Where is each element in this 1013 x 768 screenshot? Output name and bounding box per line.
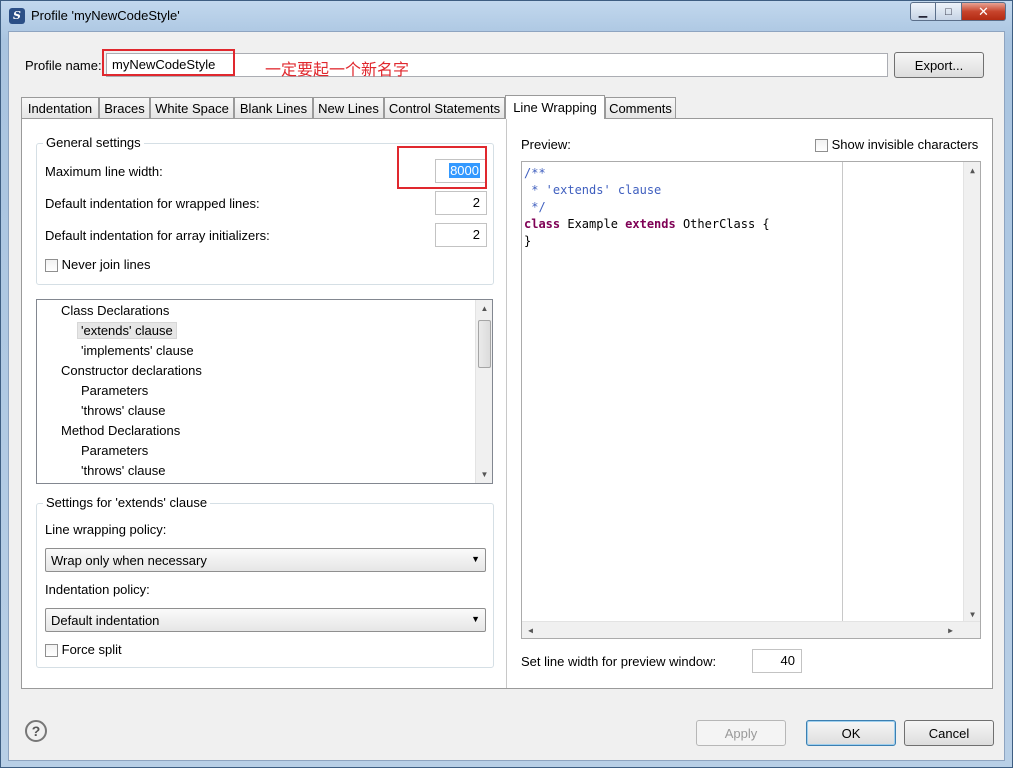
tab-braces[interactable]: Braces <box>99 97 150 119</box>
show-invisible-label: Show invisible characters <box>831 137 979 152</box>
line-wrapping-panel: General settings Maximum line width: 800… <box>21 118 993 689</box>
tree-item[interactable]: Method Declarations <box>61 423 180 438</box>
tree-item[interactable]: 'throws' clause <box>81 463 165 478</box>
tab-label: New Lines <box>318 101 379 116</box>
print-margin-line <box>842 162 843 622</box>
close-button[interactable]: ✕ <box>962 2 1006 21</box>
code-line: } <box>524 234 532 248</box>
array-indent-input[interactable]: 2 <box>435 223 487 247</box>
window-title: Profile 'myNewCodeStyle' <box>31 8 180 23</box>
code-line: */ <box>524 200 546 214</box>
highlight-box-profile-name <box>102 49 235 76</box>
code-keyword: class <box>524 217 561 231</box>
cancel-button-label: Cancel <box>928 725 970 741</box>
tab-new-lines[interactable]: New Lines <box>313 97 384 119</box>
code-preview[interactable]: /** * 'extends' clause */ class Example … <box>521 161 981 639</box>
indent-policy-value: Default indentation <box>51 613 160 628</box>
tree-item[interactable]: Constructor declarations <box>61 363 202 378</box>
apply-button[interactable]: Apply <box>696 720 786 746</box>
highlight-box-max-width <box>397 146 487 189</box>
help-icon[interactable]: ? <box>25 720 47 742</box>
code-text: Example <box>560 217 626 231</box>
max-line-width-label: Maximum line width: <box>45 164 163 179</box>
extends-settings-title: Settings for 'extends' clause <box>43 495 211 510</box>
wrapped-indent-label: Default indentation for wrapped lines: <box>45 196 260 211</box>
eclipse-app-icon: S <box>9 8 25 24</box>
title-bar[interactable]: S Profile 'myNewCodeStyle' ▁ □ ✕ <box>1 1 1012 31</box>
code-line: * 'extends' clause <box>524 183 662 197</box>
code-line: class Example extends OtherClass { <box>524 217 770 231</box>
tab-label: Blank Lines <box>239 101 308 116</box>
extends-settings-group: Settings for 'extends' clause Line wrapp… <box>36 495 494 668</box>
scroll-up-arrow-icon[interactable]: ▲ <box>476 300 492 317</box>
tab-label: White Space <box>155 101 229 116</box>
never-join-lines-option[interactable]: Never join lines <box>45 257 151 273</box>
tab-label: Control Statements <box>388 101 501 116</box>
wrap-policy-select[interactable]: Wrap only when necessary ▼ <box>45 548 486 572</box>
scroll-thumb[interactable] <box>478 320 491 368</box>
tab-blank-lines[interactable]: Blank Lines <box>234 97 313 119</box>
preview-vertical-scrollbar[interactable]: ▲ ▼ <box>963 162 980 623</box>
scroll-right-arrow-icon[interactable]: ▶ <box>942 622 959 638</box>
array-indent-label: Default indentation for array initialize… <box>45 228 270 243</box>
apply-button-label: Apply <box>724 725 758 741</box>
tab-white-space[interactable]: White Space <box>150 97 234 119</box>
minimize-button[interactable]: ▁ <box>910 2 936 21</box>
maximize-button[interactable]: □ <box>936 2 962 21</box>
preview-line-width-label: Set line width for preview window: <box>521 654 717 669</box>
dropdown-arrow-icon: ▼ <box>471 554 480 564</box>
general-settings-title: General settings <box>43 135 144 150</box>
tab-control-statements[interactable]: Control Statements <box>384 97 505 119</box>
tab-indentation[interactable]: Indentation <box>21 97 99 119</box>
never-join-lines-label: Never join lines <box>61 257 151 272</box>
force-split-option[interactable]: Force split <box>45 642 122 658</box>
force-split-checkbox[interactable] <box>45 644 58 658</box>
code-keyword: extends <box>625 217 676 231</box>
scroll-down-arrow-icon[interactable]: ▼ <box>476 466 492 483</box>
panel-divider <box>506 119 507 688</box>
code-text: OtherClass { <box>675 217 770 231</box>
wrap-policy-value: Wrap only when necessary <box>51 553 207 568</box>
tree-vertical-scrollbar[interactable]: ▲ ▼ <box>475 300 492 483</box>
tree-item[interactable]: 'implements' clause <box>81 343 194 358</box>
wrap-policy-label: Line wrapping policy: <box>45 522 167 537</box>
code-line: /** <box>524 166 546 180</box>
scroll-left-arrow-icon[interactable]: ◀ <box>522 622 539 638</box>
annotation-new-name: 一定要起一个新名字 <box>265 60 410 79</box>
profile-dialog: S Profile 'myNewCodeStyle' ▁ □ ✕ Profile… <box>0 0 1013 768</box>
dropdown-arrow-icon: ▼ <box>471 614 480 624</box>
tree-item[interactable]: 'throws' clause <box>81 403 165 418</box>
profile-name-label: Profile name: <box>25 58 102 73</box>
indent-policy-select[interactable]: Default indentation ▼ <box>45 608 486 632</box>
ok-button[interactable]: OK <box>806 720 896 746</box>
wrapping-elements-tree[interactable]: Class Declarations 'extends' clause 'imp… <box>36 299 493 484</box>
tree-item[interactable]: Class Declarations <box>61 303 169 318</box>
preview-label: Preview: <box>521 137 571 152</box>
show-invisible-option[interactable]: Show invisible characters <box>815 137 979 153</box>
tab-label: Indentation <box>27 101 93 116</box>
wrapped-indent-input[interactable]: 2 <box>435 191 487 215</box>
tree-item-selected[interactable]: 'extends' clause <box>77 322 177 339</box>
tab-label: Line Wrapping <box>513 100 597 115</box>
tab-label: Braces <box>104 101 145 116</box>
dialog-client-area: Profile name: myNewCodeStyle 一定要起一个新名字 E… <box>8 31 1005 761</box>
tab-label: Comments <box>609 101 672 116</box>
ok-button-label: OK <box>841 725 861 741</box>
export-button[interactable]: Export... <box>894 52 984 78</box>
show-invisible-checkbox[interactable] <box>815 139 828 153</box>
tab-comments[interactable]: Comments <box>605 97 676 119</box>
tab-line-wrapping[interactable]: Line Wrapping <box>505 95 605 119</box>
indent-policy-label: Indentation policy: <box>45 582 150 597</box>
never-join-lines-checkbox[interactable] <box>45 259 58 273</box>
force-split-label: Force split <box>61 642 122 657</box>
tree-item[interactable]: Parameters <box>81 443 148 458</box>
preview-horizontal-scrollbar[interactable]: ◀ ▶ <box>522 621 980 638</box>
tree-item[interactable]: Parameters <box>81 383 148 398</box>
scroll-up-arrow-icon[interactable]: ▲ <box>964 162 980 179</box>
cancel-button[interactable]: Cancel <box>904 720 994 746</box>
preview-line-width-input[interactable]: 40 <box>752 649 802 673</box>
export-button-label: Export... <box>914 57 964 73</box>
